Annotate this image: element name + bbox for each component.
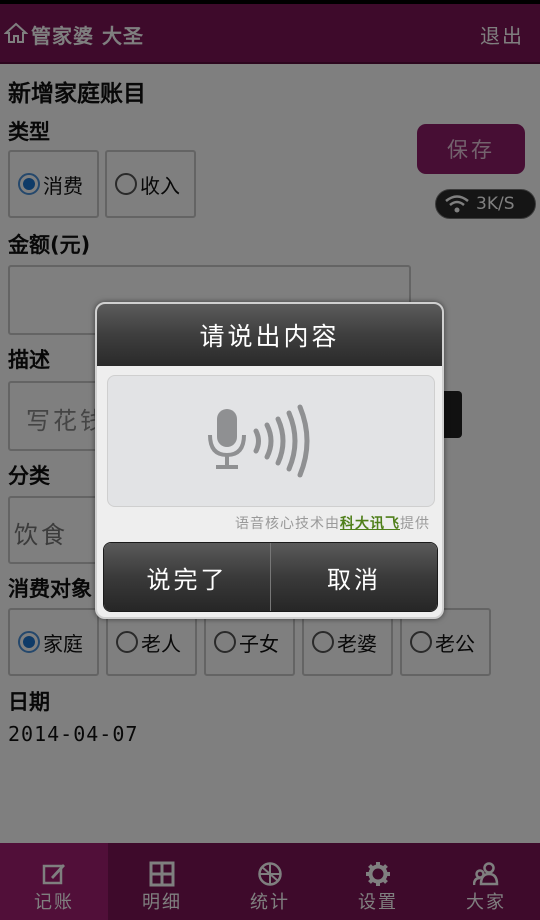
voice-panel xyxy=(107,375,435,507)
voice-input-dialog: 请说出内容 语音核心技术由科大讯飞提供 说完了 取消 xyxy=(95,302,444,619)
cancel-button[interactable]: 取消 xyxy=(270,543,437,611)
voice-credit: 语音核心技术由科大讯飞提供 xyxy=(235,513,430,533)
iflytek-link[interactable]: 科大讯飞 xyxy=(340,516,400,532)
done-speaking-button[interactable]: 说完了 xyxy=(104,543,270,611)
dialog-title: 请说出内容 xyxy=(97,304,442,366)
credit-suffix: 提供 xyxy=(400,516,430,532)
microphone-icon xyxy=(208,404,310,478)
dialog-buttons: 说完了 取消 xyxy=(103,542,438,612)
credit-prefix: 语音核心技术由 xyxy=(235,516,340,532)
